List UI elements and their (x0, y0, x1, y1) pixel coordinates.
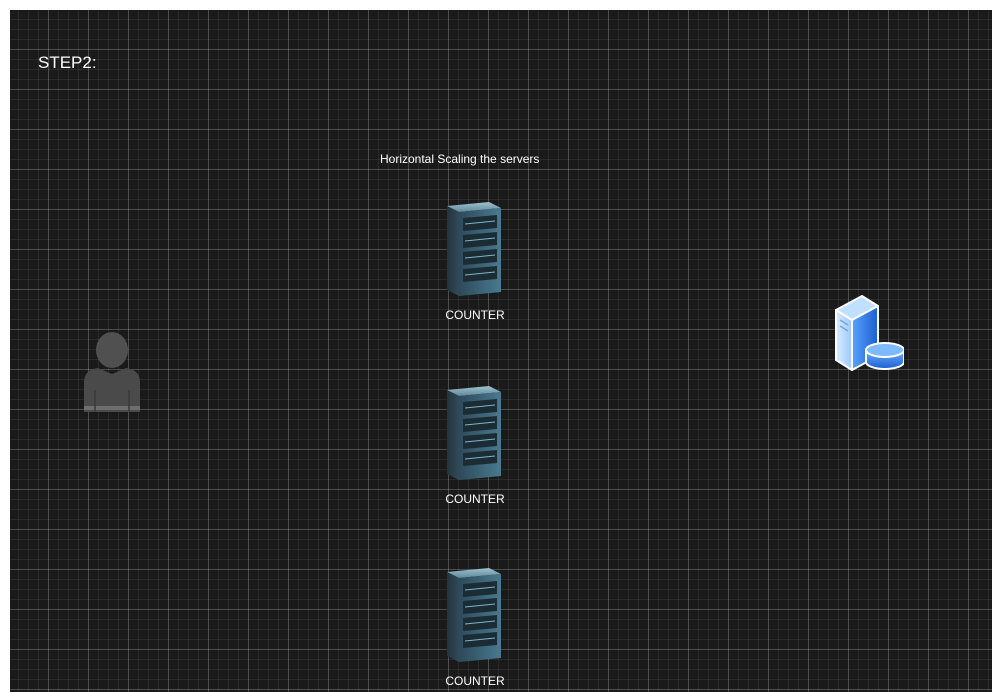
server-label: COUNTER (445, 308, 505, 322)
diagram-canvas[interactable]: STEP2: Horizontal Scaling the servers CO… (10, 10, 992, 692)
user-icon[interactable] (82, 330, 142, 412)
server-label: COUNTER (445, 674, 505, 688)
diagram-heading: Horizontal Scaling the servers (380, 152, 540, 166)
server-rack-icon[interactable] (441, 566, 505, 666)
step-title: STEP2: (38, 53, 97, 72)
server-rack-icon[interactable] (441, 200, 505, 300)
screenshot-frame: STEP2: Horizontal Scaling the servers CO… (0, 0, 992, 692)
server-label: COUNTER (445, 492, 505, 506)
database-server-icon[interactable] (832, 286, 904, 374)
server-rack-icon[interactable] (441, 384, 505, 484)
